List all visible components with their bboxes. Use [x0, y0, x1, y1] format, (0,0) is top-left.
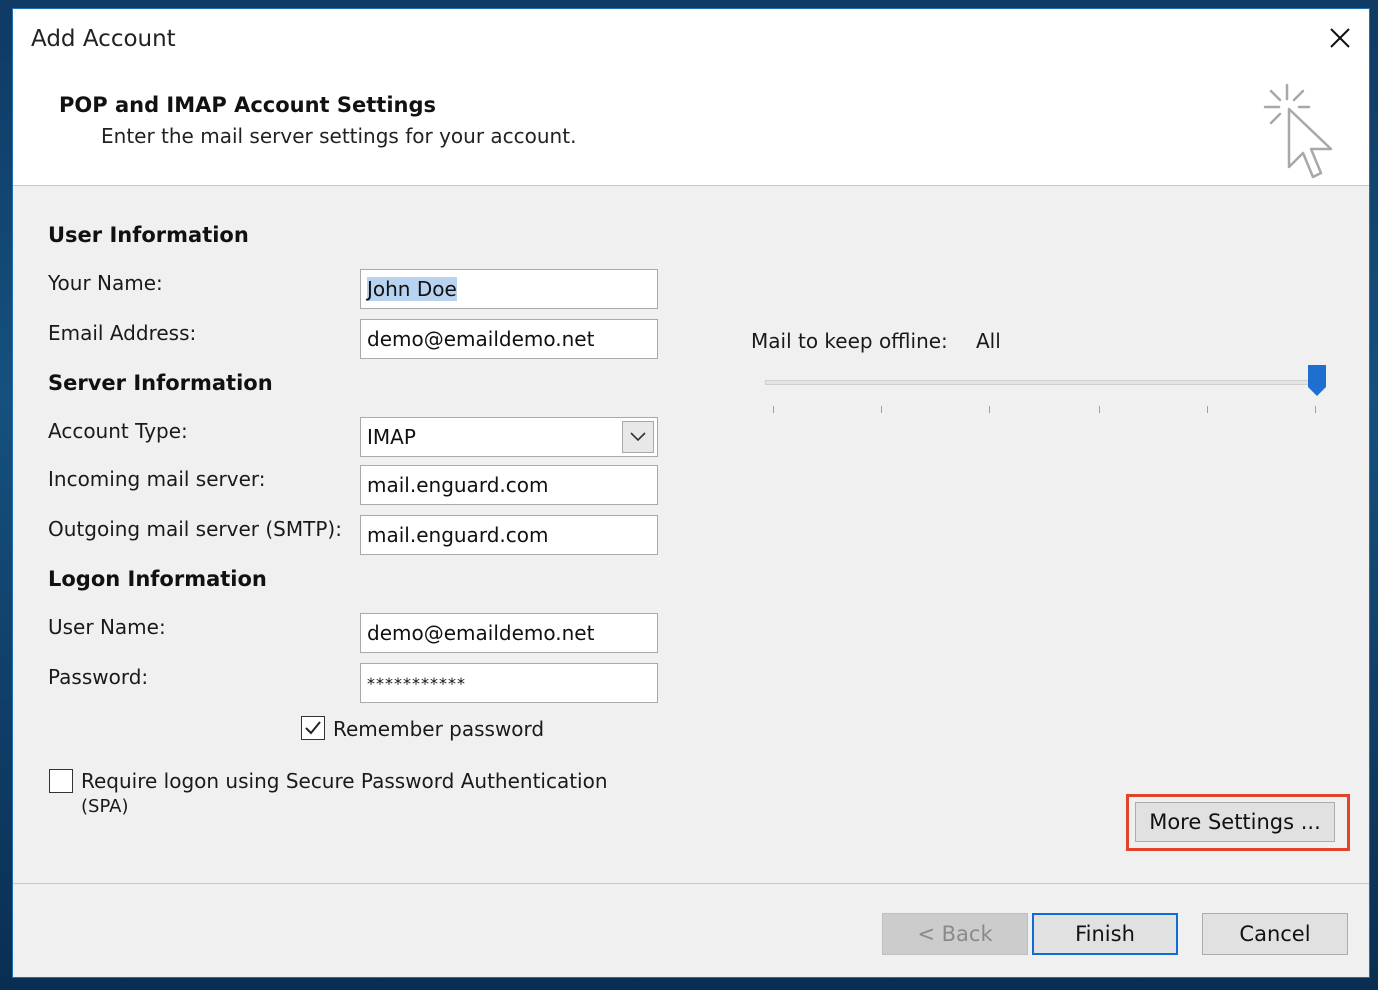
- your-name-value: John Doe: [367, 277, 457, 301]
- spa-label[interactable]: Require logon using Secure Password Auth…: [81, 769, 608, 793]
- offline-slider-thumb[interactable]: [1308, 365, 1326, 397]
- slider-tick: [989, 406, 990, 413]
- slider-tick: [1099, 406, 1100, 413]
- finish-button[interactable]: Finish: [1032, 913, 1178, 955]
- offline-slider-group: Mail to keep offline: All: [749, 324, 1329, 424]
- user-name-value: demo@emaildemo.net: [367, 621, 595, 645]
- slider-tick: [1315, 406, 1316, 413]
- add-account-dialog: Add Account POP and IMAP Account Setting…: [12, 8, 1370, 978]
- user-name-label: User Name:: [48, 615, 166, 639]
- email-address-input[interactable]: demo@emaildemo.net: [360, 319, 658, 359]
- title-bar: Add Account: [13, 9, 1369, 71]
- offline-slider-track[interactable]: [765, 380, 1317, 385]
- dialog-header: POP and IMAP Account Settings Enter the …: [13, 71, 1369, 186]
- more-settings-button[interactable]: More Settings ...: [1135, 802, 1335, 842]
- spa-label-line2: (SPA): [81, 796, 129, 817]
- spa-checkbox[interactable]: [49, 769, 73, 793]
- password-input[interactable]: ***********: [360, 663, 658, 703]
- email-address-value: demo@emaildemo.net: [367, 327, 595, 351]
- mail-offline-value: All: [976, 329, 1001, 353]
- incoming-server-value: mail.enguard.com: [367, 473, 549, 497]
- account-type-select[interactable]: IMAP: [360, 417, 658, 457]
- outgoing-server-value: mail.enguard.com: [367, 523, 549, 547]
- page-title: POP and IMAP Account Settings: [59, 93, 437, 117]
- password-label: Password:: [48, 665, 149, 689]
- checkmark-icon: [305, 721, 321, 735]
- password-value: ***********: [367, 673, 466, 693]
- account-type-value: IMAP: [367, 425, 416, 449]
- your-name-input[interactable]: John Doe: [360, 269, 658, 309]
- user-name-input[interactable]: demo@emaildemo.net: [360, 613, 658, 653]
- remember-password-checkbox[interactable]: [301, 716, 325, 740]
- incoming-server-input[interactable]: mail.enguard.com: [360, 465, 658, 505]
- mail-offline-label: Mail to keep offline:: [751, 329, 948, 353]
- remember-password-label[interactable]: Remember password: [333, 717, 544, 741]
- footer-divider: [13, 883, 1369, 884]
- slider-tick: [1207, 406, 1208, 413]
- server-info-heading: Server Information: [48, 371, 273, 395]
- outgoing-server-input[interactable]: mail.enguard.com: [360, 515, 658, 555]
- cancel-button[interactable]: Cancel: [1202, 913, 1348, 955]
- logon-info-heading: Logon Information: [48, 567, 267, 591]
- close-icon: [1330, 28, 1350, 48]
- dropdown-button[interactable]: [622, 421, 654, 453]
- user-info-heading: User Information: [48, 223, 249, 247]
- window-title: Add Account: [31, 26, 176, 52]
- close-button[interactable]: [1311, 9, 1369, 67]
- chevron-down-icon: [630, 432, 646, 442]
- back-button[interactable]: < Back: [882, 913, 1028, 955]
- slider-tick: [881, 406, 882, 413]
- account-type-label: Account Type:: [48, 419, 188, 443]
- cursor-click-icon: [1263, 83, 1333, 179]
- outgoing-server-label: Outgoing mail server (SMTP):: [48, 517, 342, 541]
- page-subtitle: Enter the mail server settings for your …: [101, 124, 577, 148]
- email-address-label: Email Address:: [48, 321, 197, 345]
- your-name-label: Your Name:: [48, 271, 163, 295]
- incoming-server-label: Incoming mail server:: [48, 467, 266, 491]
- slider-tick: [773, 406, 774, 413]
